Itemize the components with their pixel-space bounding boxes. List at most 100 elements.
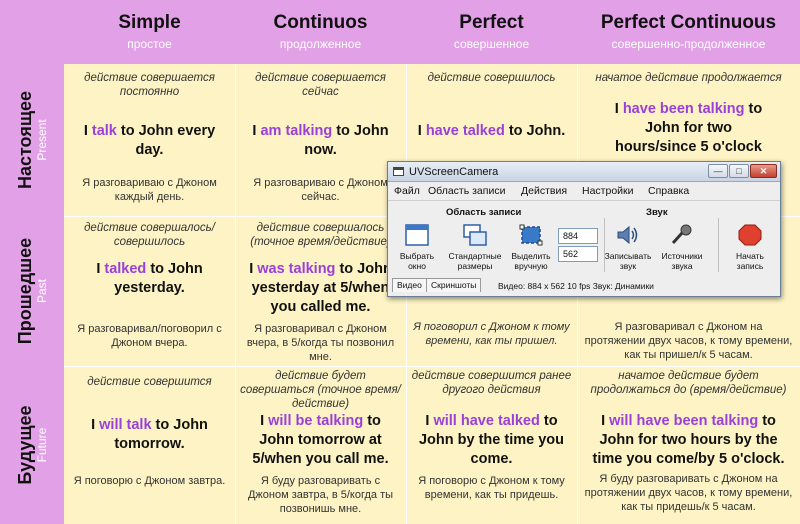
tab-screenshots[interactable]: Скриншоты xyxy=(426,278,482,292)
selection-icon xyxy=(519,224,543,246)
row-label-en: Future xyxy=(35,427,49,463)
example-sentence: I will have talked to John by the time y… xyxy=(418,413,564,467)
example-sentence: I will talk to John tomorrow. xyxy=(91,417,208,452)
header-ru: совершенно-продолженное xyxy=(611,37,766,51)
example-sentence: I have talked to John. xyxy=(417,123,566,139)
camera-app-icon xyxy=(393,167,404,176)
header-en: Perfect Continuous xyxy=(600,12,777,33)
cell-description: действие совершалось/совершилось xyxy=(84,222,215,248)
example-sentence: I was talking to John yesterday at 5/whe… xyxy=(249,261,392,315)
status-text: Видео: 884 x 562 10 fps Звук: Динамики xyxy=(498,281,654,291)
microphone-icon xyxy=(671,224,692,245)
translation: Я поговорю с Джоном завтра. xyxy=(73,475,226,487)
tool-label: Записывать звук xyxy=(604,251,652,271)
translation: Я поговорил с Джоном к тому времени, как… xyxy=(413,321,570,347)
maximize-button[interactable]: □ xyxy=(729,164,749,178)
verb-highlight: talked xyxy=(104,261,147,277)
header-continuous: Continuos продолженное xyxy=(235,0,406,64)
row-label-ru: Будущее xyxy=(15,405,35,485)
tool-label: Выделить вручную xyxy=(511,251,551,271)
tab-video[interactable]: Видео xyxy=(392,278,427,292)
header-ru: простое xyxy=(127,37,172,51)
translation: Я разговариваю с Джоном сейчас. xyxy=(253,177,388,203)
cell-past-simple: действие совершалось/совершилось I talke… xyxy=(64,216,235,366)
cell-future-perfect: действие совершится ранее другого действ… xyxy=(406,366,577,524)
header-en: Simple xyxy=(118,12,181,33)
cell-future-perfect-continuous: начатое действие будет продолжаться до (… xyxy=(577,366,800,524)
verb-highlight: have been talking xyxy=(622,101,745,117)
height-input[interactable]: 562 xyxy=(558,246,598,262)
uvscreencamera-window[interactable]: UVScreenCamera — □ ✕ Файл Область записи… xyxy=(387,161,781,297)
verb-highlight: will be talking xyxy=(268,413,364,429)
verb-highlight: have talked xyxy=(425,123,505,139)
cell-description: действие совершилось xyxy=(427,72,556,84)
menu-bar: Файл Область записи Действия Настройки С… xyxy=(388,183,780,201)
sizes-icon xyxy=(463,224,487,246)
translation: Я буду разговаривать с Джоном завтра, в … xyxy=(247,475,394,515)
row-label-present: Настоящее Present xyxy=(0,64,64,216)
group-label-record-area: Область записи xyxy=(446,207,522,218)
group-label-sound: Звук xyxy=(646,207,668,218)
translation: Я разговаривал с Джоном вчера, в 5/когда… xyxy=(246,323,395,363)
header-ru: продолженное xyxy=(279,37,362,51)
translation: Я поговорю с Джоном к тому времени, как … xyxy=(418,475,565,501)
row-label-en: Past xyxy=(35,279,49,304)
example-sentence: I talk to John every day. xyxy=(83,123,216,158)
standard-sizes-button[interactable]: Стандартные размеры xyxy=(446,224,504,271)
verb-highlight: am talking xyxy=(260,123,333,139)
verb-highlight: talk xyxy=(91,123,117,139)
bottom-tab-bar: Видео Скриншоты Видео: 884 x 562 10 fps … xyxy=(388,276,780,296)
tense-header: Simple простое Continuos продолженное Pe… xyxy=(0,0,800,64)
speaker-icon xyxy=(617,225,638,245)
cell-description: действие совершалось (точное время/дейст… xyxy=(250,222,391,248)
translation: Я буду разговаривать с Джоном на протяже… xyxy=(584,473,793,513)
translation: Я разговаривал с Джоном на протяжении дв… xyxy=(584,321,793,361)
verb-highlight: will have talked xyxy=(433,413,540,429)
record-sound-button[interactable]: Записывать звук xyxy=(602,224,654,271)
menu-record-area[interactable]: Область записи xyxy=(428,185,505,198)
header-simple: Simple простое xyxy=(64,0,235,64)
example-sentence: I talked to John yesterday. xyxy=(96,261,203,296)
verb-highlight: will have been talking xyxy=(609,413,759,429)
menu-file[interactable]: Файл xyxy=(394,185,420,198)
cell-description: действие совершится xyxy=(87,376,212,388)
cell-description: начатое действие будет продолжаться до (… xyxy=(590,370,787,396)
sound-sources-button[interactable]: Источники звука xyxy=(656,224,708,271)
row-label-future: Будущее Future xyxy=(0,366,64,524)
cell-future-continuous: действие будет совершаться (точное время… xyxy=(235,366,406,524)
menu-actions[interactable]: Действия xyxy=(521,185,567,198)
cell-description: действие совершается сейчас xyxy=(255,72,386,98)
minimize-button[interactable]: — xyxy=(708,164,728,178)
tool-label: Стандартные размеры xyxy=(448,251,502,271)
cell-description: действие будет совершаться (точное время… xyxy=(240,370,401,410)
choose-window-button[interactable]: Выбрать окно xyxy=(394,224,440,271)
menu-help[interactable]: Справка xyxy=(648,185,689,198)
width-input[interactable]: 884 xyxy=(558,228,598,244)
cell-past-continuous: действие совершалось (точное время/дейст… xyxy=(235,216,406,366)
cell-description: действие совершается постоянно xyxy=(84,72,215,98)
example-sentence: I have been talking to John for two hour… xyxy=(614,101,763,155)
row-label-ru: Настоящее xyxy=(15,90,35,190)
header-perfect-continuous: Perfect Continuous совершенно-продолженн… xyxy=(577,0,800,64)
start-recording-button[interactable]: Начать запись xyxy=(724,224,776,271)
cell-present-simple: действие совершается постоянно I talk to… xyxy=(64,64,235,216)
example-sentence: I will have been talking to John for two… xyxy=(592,413,785,467)
select-manually-button[interactable]: Выделить вручную xyxy=(506,224,556,271)
tool-label: Источники звука xyxy=(661,251,703,271)
example-sentence: I am talking to John now. xyxy=(252,123,389,158)
cell-future-simple: действие совершится I will talk to John … xyxy=(64,366,235,524)
header-en: Perfect xyxy=(459,12,524,33)
close-button[interactable]: ✕ xyxy=(750,164,777,178)
tool-label: Начать запись xyxy=(736,251,764,271)
cell-present-continuous: действие совершается сейчас I am talking… xyxy=(235,64,406,216)
cell-description: начатое действие продолжается xyxy=(595,72,782,84)
translation: Я разговаривал/поговорил с Джоном вчера. xyxy=(77,323,222,349)
verb-highlight: was talking xyxy=(257,261,336,277)
group-separator xyxy=(718,218,719,272)
row-label-en: Present xyxy=(35,119,49,161)
window-titlebar[interactable]: UVScreenCamera — □ ✕ xyxy=(388,162,780,182)
example-sentence: I will be talking to John tomorrow at 5/… xyxy=(252,413,389,467)
header-perfect: Perfect совершенное xyxy=(406,0,577,64)
tool-label: Выбрать окно xyxy=(399,251,435,271)
menu-settings[interactable]: Настройки xyxy=(582,185,634,198)
